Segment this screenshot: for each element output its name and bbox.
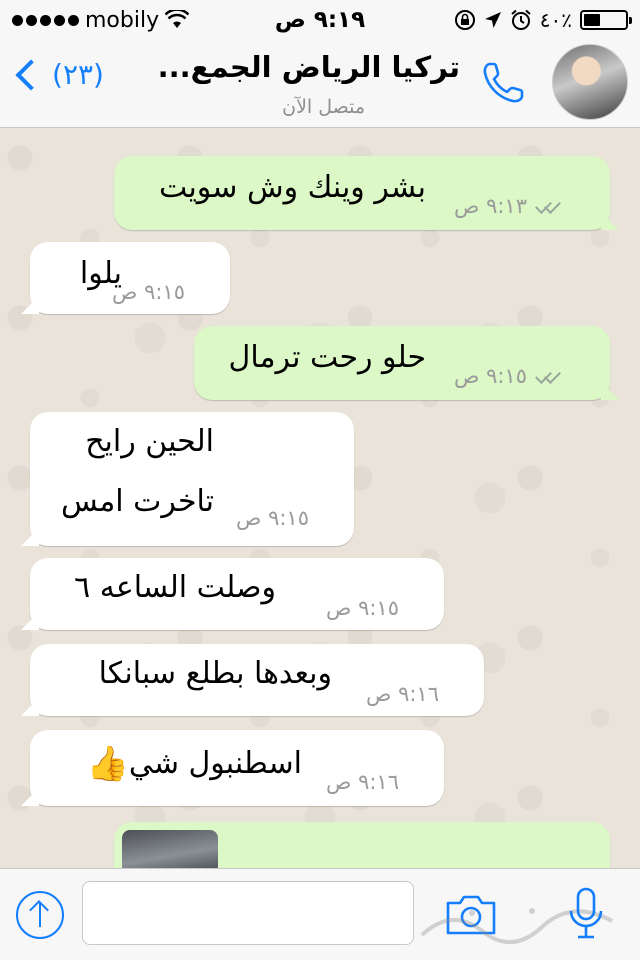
media-message-bubble[interactable] [114,822,610,868]
message-text: تاخرت امس [60,484,214,519]
message-meta: ٩:١٣ ص [454,194,563,218]
message-time: ٩:١٥ ص [454,364,527,388]
media-thumbnail[interactable] [122,830,218,868]
status-bar: mobily ٩:١٩ ص ٪٤٠ [0,0,640,40]
message-bubble[interactable]: يلوا ٩:١٥ ص [30,242,230,314]
chevron-left-icon [15,58,47,91]
rotation-lock-icon [454,10,475,30]
battery-percent: ٪٤٠ [539,8,572,32]
chat-subtitle: متصل الآن [282,96,365,118]
message-meta: ٩:١٥ ص [236,506,309,530]
avatar[interactable] [552,44,628,120]
back-button[interactable]: (٢٣) [14,58,104,91]
message-text: بشر وينك وش سويت [159,170,426,205]
message-bubble[interactable]: اسطنبول شي 👍 ٩:١٦ ص [30,730,444,806]
thumbs-up-icon: 👍 [86,744,129,784]
message-time: ٩:١٦ ص [366,682,439,706]
message-bubble[interactable]: وبعدها بطلع سبانكا ٩:١٦ ص [30,644,484,716]
location-icon [484,12,501,28]
chat-area[interactable]: بشر وينك وش سويت ٩:١٣ ص يلوا ٩:١٥ ص حلو … [0,128,640,868]
message-bubble[interactable]: وصلت الساعه ٦ ٩:١٥ ص [30,558,444,630]
chat-header: (٢٣) تركيا الرياض الجمع... متصل الآن [0,40,640,128]
message-input[interactable] [82,881,414,945]
signal-strength-icon [12,14,79,26]
upload-arrow-icon [39,903,41,927]
status-right: ٪٤٠ [418,8,632,32]
clock: ٩:١٩ ص [274,7,366,33]
battery-fill [583,14,600,26]
message-time: ٩:١٦ ص [326,770,399,794]
message-time: ٩:١٥ ص [326,596,399,620]
message-time: ٩:١٣ ص [454,194,527,218]
message-time: ٩:١٥ ص [236,506,309,530]
battery-icon [579,10,632,30]
unread-count: (٢٣) [52,58,104,91]
status-left: mobily [12,8,222,33]
message-line: اسطنبول شي [128,746,302,782]
message-meta: ٩:١٥ ص [326,596,399,620]
message-meta: ٩:١٥ ص [112,280,185,304]
read-receipt-icon [533,198,563,214]
message-bubble[interactable]: الحين رايح تاخرت امس ٩:١٥ ص [30,412,354,546]
message-bubble[interactable]: بشر وينك وش سويت ٩:١٣ ص [114,156,610,230]
message-time: ٩:١٥ ص [112,280,185,304]
message-text: وصلت الساعه ٦ [74,570,276,605]
alarm-icon [511,9,531,30]
chat-title[interactable]: تركيا الرياض الجمع... [150,50,460,84]
message-bubble[interactable]: حلو رحت ترمال ٩:١٥ ص [194,326,610,400]
message-text: حلو رحت ترمال [228,340,426,375]
microphone-icon[interactable] [566,885,606,945]
message-meta: ٩:١٥ ص [454,364,563,388]
message-text: وبعدها بطلع سبانكا [98,656,332,691]
carrier-label: mobily [85,7,160,33]
message-meta: ٩:١٦ ص [366,682,439,706]
phone-icon[interactable] [478,58,528,108]
message-text: اسطنبول شي 👍 [76,744,302,785]
read-receipt-icon [533,368,563,384]
wifi-icon [165,10,190,28]
message-meta: ٩:١٦ ص [326,770,399,794]
upload-button[interactable] [16,891,64,939]
input-bar [0,868,640,960]
message-text: الحين رايح [85,424,214,459]
